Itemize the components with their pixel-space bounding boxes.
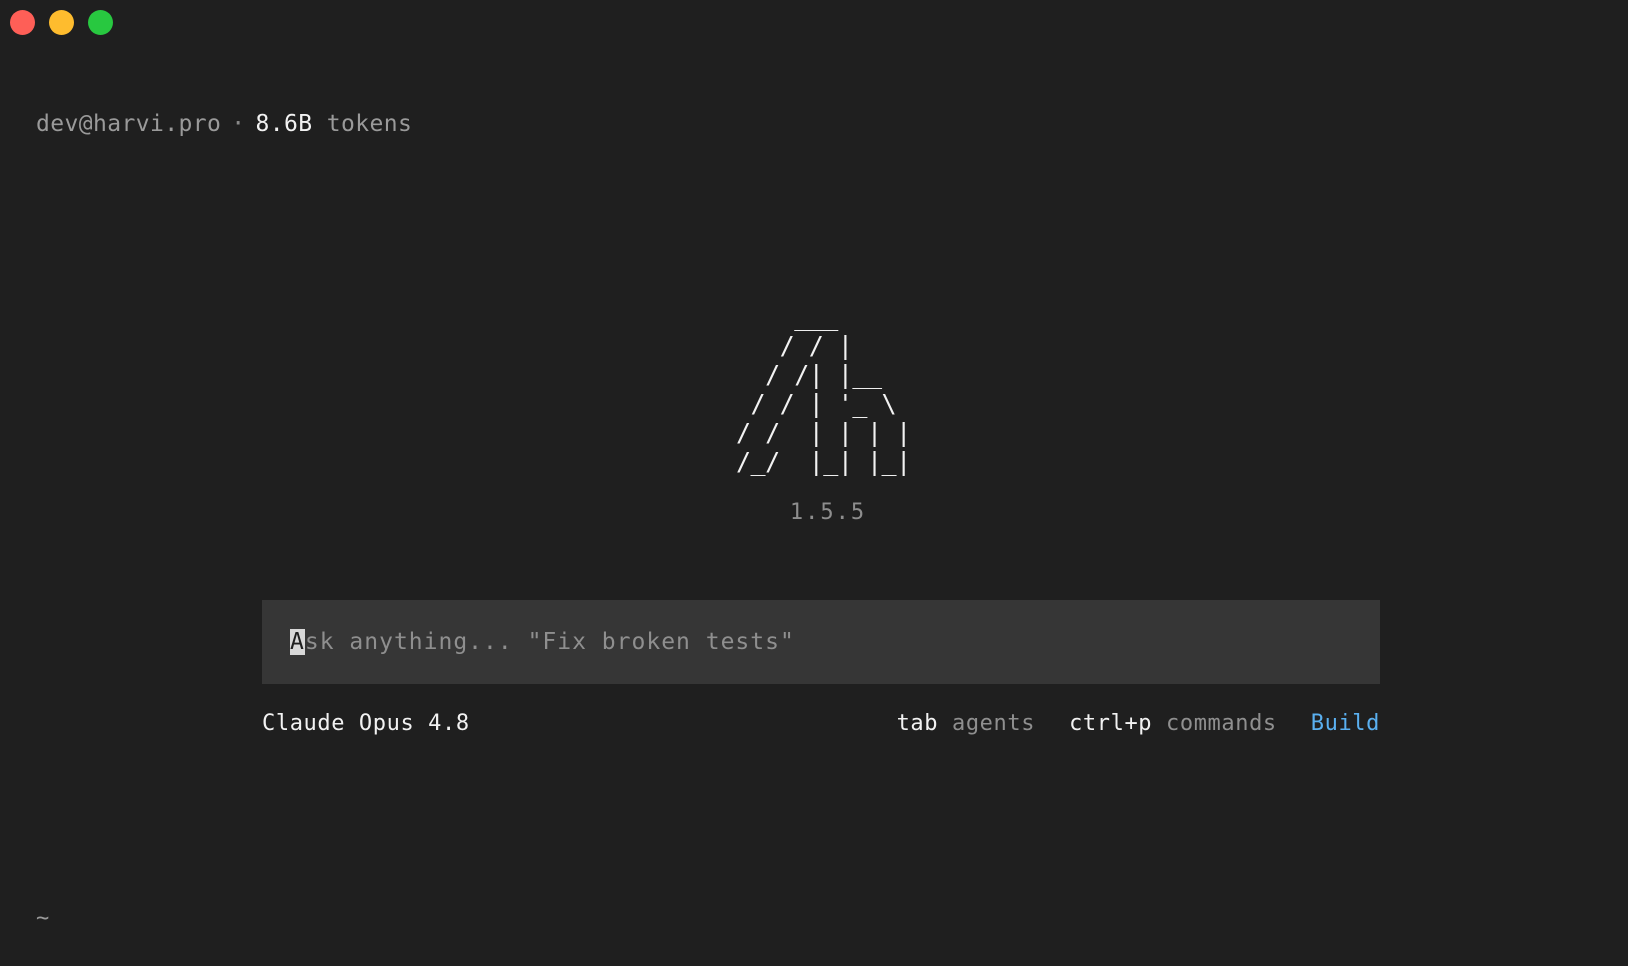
empty-line-tilde: ~ [36,906,50,931]
maximize-window-button[interactable] [88,10,113,35]
ascii-logo: ___ / / | / /| |__ / / | '_ \ / / | | | … [736,302,911,476]
separator-dot: · [231,111,246,137]
keyboard-hints: tab agents ctrl+p commands Build [897,706,1380,742]
hint-key: tab [896,711,939,736]
text-cursor: A [290,629,305,655]
window-controls [10,10,113,35]
hint-desc: agents [951,711,1036,736]
prompt-placeholder: sk anything... "Fix broken tests" [304,629,795,655]
account-email: dev@harvi.pro [36,111,222,137]
model-name[interactable]: Claude Opus 4.8 [262,706,470,742]
prompt-input[interactable]: Ask anything... "Fix broken tests" [262,600,1380,684]
mode-build[interactable]: Build [1311,706,1380,742]
version-number: 1.5.5 [789,500,867,525]
token-count: 8.6B [255,111,313,137]
token-label: tokens [326,111,413,137]
hint-key: ctrl+p [1069,711,1153,736]
hint-commands[interactable]: ctrl+p commands [1069,706,1277,742]
close-window-button[interactable] [10,10,35,35]
status-bar: Claude Opus 4.8 tab agents ctrl+p comman… [262,706,1380,742]
minimize-window-button[interactable] [49,10,74,35]
account-line: dev@harvi.pro · 8.6B tokens [36,106,412,142]
hint-agents[interactable]: tab agents [897,706,1035,742]
hint-desc: commands [1166,711,1277,736]
